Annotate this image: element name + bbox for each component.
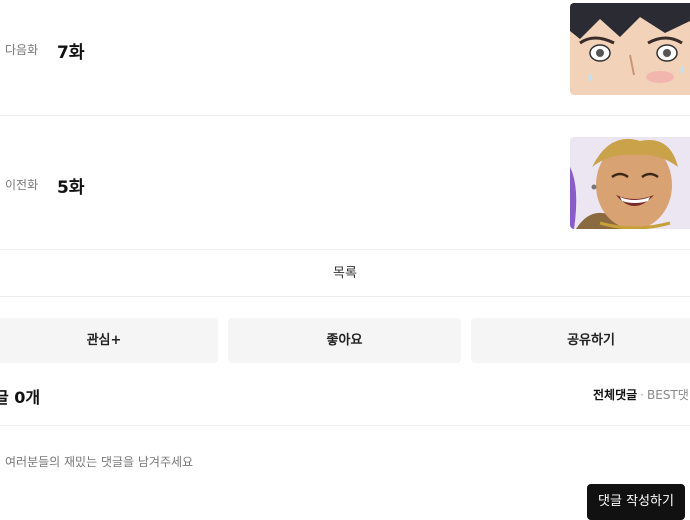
prev-episode-kind: 이전화 xyxy=(5,178,39,192)
sort-all-comments-tab[interactable]: 전체댓글 xyxy=(593,388,637,402)
like-button[interactable]: 좋아요 xyxy=(228,318,461,363)
comments-header: 글 0개 전체댓글 · BEST댓 xyxy=(0,380,690,426)
write-comment-button[interactable]: 댓글 작성하기 xyxy=(587,484,685,520)
interest-button[interactable]: 관심+ xyxy=(0,318,218,363)
prev-episode-row[interactable]: 이전화 5화 xyxy=(0,117,690,250)
next-episode-title: 7화 xyxy=(57,43,85,63)
prev-episode-thumbnail-art xyxy=(570,137,690,229)
comment-input[interactable] xyxy=(5,453,565,471)
next-episode-thumbnail[interactable] xyxy=(570,3,690,95)
comment-count: 글 0개 xyxy=(0,388,41,407)
sort-best-comments-tab[interactable]: BEST댓 xyxy=(647,388,689,402)
prev-episode-thumbnail[interactable] xyxy=(570,137,690,229)
next-episode-thumbnail-art xyxy=(570,3,690,95)
next-episode-kind: 다음화 xyxy=(5,43,39,57)
comment-sort-tabs: 전체댓글 · BEST댓 xyxy=(593,386,689,403)
prev-episode-title: 5화 xyxy=(57,178,85,198)
list-button[interactable]: 목록 xyxy=(0,251,690,297)
sort-separator-dot: · xyxy=(640,388,644,402)
next-episode-row[interactable]: 다음화 7화 xyxy=(0,0,690,116)
share-button[interactable]: 공유하기 xyxy=(471,318,690,363)
